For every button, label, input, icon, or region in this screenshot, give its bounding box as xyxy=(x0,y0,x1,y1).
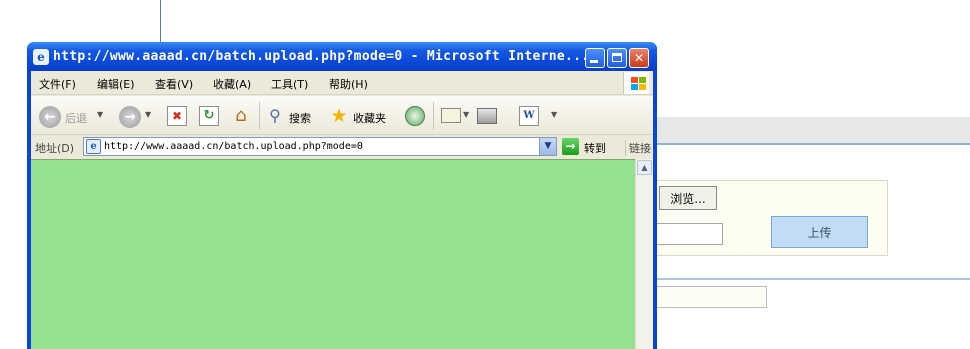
back-label[interactable]: 后退 xyxy=(65,110,87,126)
ie-window: e http://www.aaaad.cn/batch.upload.php?m… xyxy=(27,42,657,349)
file-path-field[interactable] xyxy=(655,223,723,245)
mail-dropdown-icon[interactable]: ▼ xyxy=(463,110,469,119)
forward-dropdown-icon[interactable]: ▼ xyxy=(145,110,151,119)
menu-edit[interactable]: 编辑(E) xyxy=(97,76,135,92)
back-arrow-icon[interactable]: ← xyxy=(39,106,61,128)
background-separator xyxy=(655,278,970,280)
maximize-icon xyxy=(612,53,622,62)
go-arrow-icon[interactable]: → xyxy=(562,138,579,155)
upload-button[interactable]: 上传 xyxy=(771,216,868,248)
background-header-band xyxy=(655,117,970,145)
stop-icon[interactable]: ✖ xyxy=(167,106,187,126)
minimize-icon xyxy=(590,60,598,63)
address-url[interactable]: http://www.aaaad.cn/batch.upload.php?mod… xyxy=(104,141,363,152)
title-bar[interactable]: e http://www.aaaad.cn/batch.upload.php?m… xyxy=(27,42,657,71)
browse-button[interactable]: 浏览... xyxy=(659,186,717,210)
window-title: http://www.aaaad.cn/batch.upload.php?mod… xyxy=(53,49,590,64)
page-icon: e xyxy=(86,139,101,154)
forward-arrow-icon[interactable]: → xyxy=(119,106,141,128)
edit-dropdown-icon[interactable]: ▼ xyxy=(551,110,557,119)
menu-file[interactable]: 文件(F) xyxy=(39,76,76,92)
favorites-star-icon[interactable]: ★ xyxy=(329,106,349,126)
history-icon[interactable] xyxy=(405,106,425,126)
toolbar-separator xyxy=(433,102,434,130)
menu-bar: 文件(F) 编辑(E) 查看(V) 收藏(A) 工具(T) 帮助(H) xyxy=(31,71,653,95)
ie-page-icon: e xyxy=(33,49,49,65)
back-dropdown-icon[interactable]: ▼ xyxy=(97,110,103,119)
close-button[interactable]: ✕ xyxy=(629,48,649,68)
search-icon[interactable]: ⚲ xyxy=(265,106,285,126)
menu-view[interactable]: 查看(V) xyxy=(155,76,193,92)
address-bar: 地址(D) e http://www.aaaad.cn/batch.upload… xyxy=(31,136,653,158)
menu-help[interactable]: 帮助(H) xyxy=(329,76,368,92)
links-button[interactable]: 链接 xyxy=(625,140,651,156)
toolbar-separator xyxy=(259,102,260,130)
address-dropdown-icon[interactable]: ▼ xyxy=(539,138,556,155)
close-icon: ✕ xyxy=(633,51,645,65)
refresh-icon[interactable]: ↻ xyxy=(199,106,219,126)
menu-favorites[interactable]: 收藏(A) xyxy=(213,76,251,92)
vertical-scrollbar[interactable]: ▲ xyxy=(635,159,653,349)
scroll-up-icon[interactable]: ▲ xyxy=(637,160,652,175)
background-input-field[interactable] xyxy=(655,286,767,308)
search-label[interactable]: 搜索 xyxy=(289,110,311,126)
window-body: 文件(F) 编辑(E) 查看(V) 收藏(A) 工具(T) 帮助(H) ← 后退… xyxy=(31,71,653,349)
address-input[interactable]: e http://www.aaaad.cn/batch.upload.php?m… xyxy=(83,137,557,156)
address-label: 地址(D) xyxy=(35,142,75,155)
background-line xyxy=(160,0,161,42)
maximize-button[interactable] xyxy=(607,48,627,68)
word-edit-icon[interactable]: W xyxy=(519,106,539,126)
page-content-area xyxy=(31,159,635,349)
go-button[interactable]: 转到 xyxy=(584,140,606,156)
minimize-button[interactable] xyxy=(585,48,605,68)
print-icon[interactable] xyxy=(477,108,497,124)
home-icon[interactable]: ⌂ xyxy=(231,106,251,126)
menu-tools[interactable]: 工具(T) xyxy=(271,76,308,92)
mail-icon[interactable] xyxy=(441,108,461,123)
favorites-label[interactable]: 收藏夹 xyxy=(353,110,386,126)
windows-logo-icon xyxy=(623,72,649,94)
standard-toolbar: ← 后退 ▼ → ▼ ✖ ↻ ⌂ ⚲ 搜索 ★ 收藏夹 ▼ W ▼ xyxy=(31,96,653,135)
